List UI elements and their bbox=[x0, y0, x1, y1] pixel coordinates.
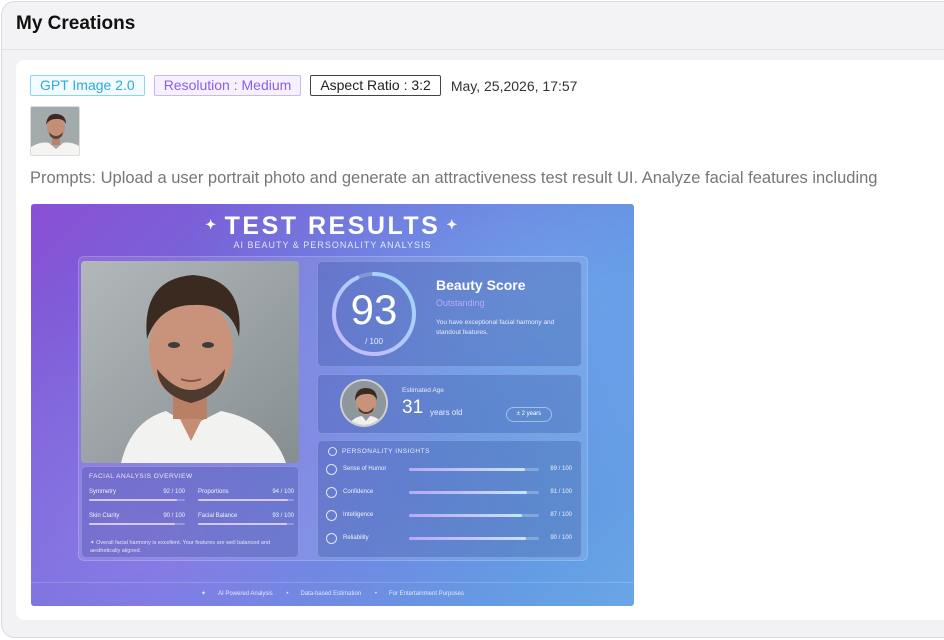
facial-metric-fill bbox=[198, 499, 289, 501]
portrait-photo bbox=[81, 261, 299, 463]
reference-photo-thumbnail[interactable] bbox=[30, 106, 80, 156]
sparkle-icon: ✦ bbox=[200, 591, 206, 597]
beauty-score-value: 93 bbox=[350, 286, 398, 333]
model-tag: GPT Image 2.0 bbox=[30, 75, 145, 96]
personality-item: Reliability 90 / 100 bbox=[326, 533, 578, 547]
shield-icon bbox=[326, 533, 337, 544]
facial-analysis-note: ✦ Overall facial harmony is excellent. Y… bbox=[90, 539, 290, 555]
personality-item-label: Intelligence bbox=[343, 512, 374, 518]
sparkle-icon: ✦ bbox=[446, 217, 460, 232]
brain-icon bbox=[328, 447, 337, 456]
facial-metric-bar bbox=[198, 523, 294, 525]
facial-metric-label: Proportions bbox=[198, 489, 229, 495]
personality-item-bar bbox=[409, 491, 539, 494]
avatar bbox=[340, 379, 388, 427]
sparkle-icon: ✦ bbox=[205, 217, 219, 232]
personality-item-fill bbox=[409, 468, 525, 471]
result-subtitle: AI BEAUTY & PERSONALITY ANALYSIS bbox=[233, 240, 432, 250]
facial-metric-label: Symmetry bbox=[89, 489, 116, 495]
footer-note: Data-based Estimation bbox=[300, 591, 362, 597]
estimated-age-card: Estimated Age 31 years old ± 2 years bbox=[317, 374, 582, 434]
personality-item-value: 91 / 100 bbox=[550, 489, 572, 495]
personality-item-label: Reliability bbox=[343, 535, 369, 541]
personality-item-fill bbox=[409, 537, 526, 540]
bullet-divider: • bbox=[286, 591, 289, 597]
facial-metric-value: 92 / 100 bbox=[163, 489, 185, 495]
facial-metric-bar bbox=[89, 523, 185, 525]
resolution-tag: Resolution : Medium bbox=[153, 75, 302, 96]
facial-metric-fill bbox=[89, 523, 176, 525]
personality-item-fill bbox=[409, 491, 528, 494]
personality-item-bar bbox=[409, 468, 539, 471]
aspect-ratio-tag: Aspect Ratio : 3:2 bbox=[310, 75, 441, 96]
avatar-image bbox=[342, 381, 386, 425]
result-title-text: TEST RESULTS bbox=[224, 212, 441, 240]
beauty-score-denominator: / 100 bbox=[365, 337, 383, 346]
bullet-divider: • bbox=[374, 591, 377, 597]
prompt-text: Prompts: Upload a user portrait photo an… bbox=[30, 169, 878, 187]
facial-metric-label: Skin Clarity bbox=[89, 513, 120, 519]
creation-card: GPT Image 2.0 Resolution : Medium Aspect… bbox=[16, 60, 944, 620]
facial-note-text: Overall facial harmony is excellent. You… bbox=[90, 540, 271, 554]
facial-metric: Facial Balance 93 / 100 bbox=[198, 513, 294, 525]
facial-metric-fill bbox=[198, 523, 288, 525]
creation-meta: GPT Image 2.0 Resolution : Medium Aspect… bbox=[30, 75, 577, 96]
portrait-thumbnail-image bbox=[31, 107, 79, 155]
star-icon bbox=[326, 487, 337, 498]
personality-item-bar bbox=[409, 514, 539, 517]
facial-metric-fill bbox=[89, 499, 178, 501]
personality-item-value: 87 / 100 bbox=[550, 512, 572, 518]
personality-item: Intelligence 87 / 100 bbox=[326, 510, 578, 524]
brain-icon bbox=[326, 510, 337, 521]
personality-item-label: Confidence bbox=[343, 489, 374, 495]
creations-panel: My Creations GPT Image 2.0 Resolution : … bbox=[1, 1, 944, 638]
personality-heading: PERSONALITY INSIGHTS bbox=[342, 448, 430, 455]
beauty-score-description: You have exceptional facial harmony and … bbox=[436, 319, 555, 336]
beauty-score-title: Beauty Score bbox=[436, 277, 526, 293]
personality-item-label: Sense of Humor bbox=[343, 466, 387, 472]
facial-metric: Skin Clarity 90 / 100 bbox=[89, 513, 185, 525]
age-range-badge: ± 2 years bbox=[506, 407, 552, 422]
facial-metric-value: 90 / 100 bbox=[163, 513, 185, 519]
personality-item: Sense of Humor 89 / 100 bbox=[326, 464, 578, 478]
personality-item-bar bbox=[409, 537, 539, 540]
page-header: My Creations bbox=[2, 2, 944, 50]
facial-metric-value: 94 / 100 bbox=[272, 489, 294, 495]
result-title: ✦ TEST RESULTS ✦ bbox=[31, 212, 634, 241]
facial-metric-value: 93 / 100 bbox=[272, 513, 294, 519]
facial-metric-bar bbox=[89, 499, 185, 501]
facial-metric: Symmetry 92 / 100 bbox=[89, 489, 185, 501]
facial-metric: Proportions 94 / 100 bbox=[198, 489, 294, 501]
facial-analysis-card: FACIAL ANALYSIS OVERVIEW Symmetry 92 / 1… bbox=[81, 466, 299, 558]
estimated-age-unit: years old bbox=[430, 408, 463, 417]
personality-item-fill bbox=[409, 514, 523, 517]
facial-metric-bar bbox=[198, 499, 294, 501]
beauty-score-rating: Outstanding bbox=[436, 298, 485, 308]
personality-item: Confidence 91 / 100 bbox=[326, 487, 578, 501]
personality-item-value: 90 / 100 bbox=[550, 535, 572, 541]
estimated-age-value: 31 bbox=[402, 397, 424, 418]
footer-note: AI Powered Analysis bbox=[218, 591, 273, 597]
estimated-age-label: Estimated Age bbox=[402, 387, 444, 394]
result-footer: ✦ AI Powered Analysis • Data-based Estimat… bbox=[31, 582, 634, 606]
page-title: My Creations bbox=[16, 13, 136, 34]
generated-image[interactable]: ✦ TEST RESULTS ✦ AI BEAUTY & PERSONALITY A… bbox=[31, 204, 634, 606]
creation-date: May, 25,2026, 17:57 bbox=[450, 77, 578, 94]
portrait-image bbox=[81, 261, 299, 463]
personality-insights-card: PERSONALITY INSIGHTS Sense of Humor 89 /… bbox=[317, 440, 582, 558]
smile-icon bbox=[326, 464, 337, 475]
facial-analysis-heading: FACIAL ANALYSIS OVERVIEW bbox=[89, 473, 193, 480]
footer-note: For Entertainment Purposes bbox=[388, 591, 465, 597]
facial-metric-label: Facial Balance bbox=[198, 513, 238, 519]
beauty-score-card: 93 / 100 Beauty Score Outstanding You ha… bbox=[317, 261, 582, 367]
personality-item-value: 89 / 100 bbox=[550, 466, 572, 472]
